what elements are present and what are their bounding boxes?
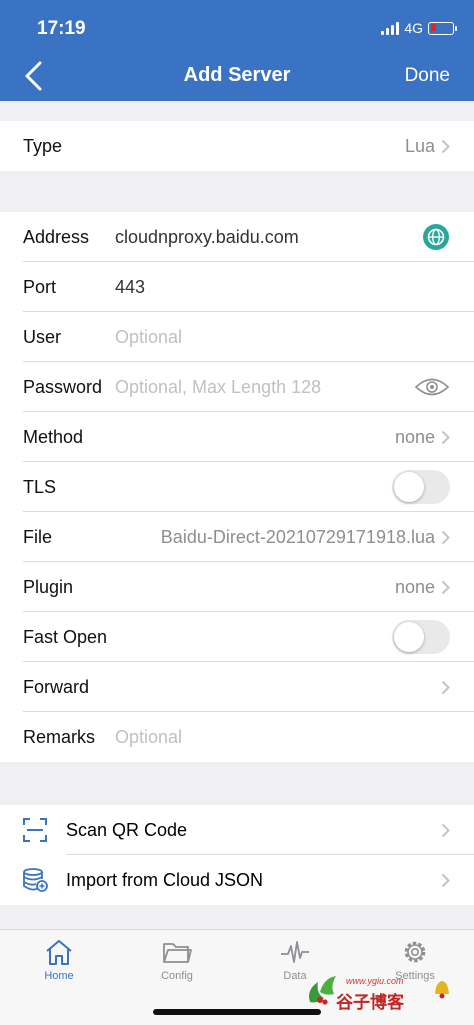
user-input[interactable]: Optional [115,327,450,348]
port-label: Port [23,276,57,297]
type-section: Type Lua [0,121,474,171]
status-bar: 17:19 4G [0,18,474,40]
signal-icon [381,21,400,35]
tab-config[interactable]: Config [118,938,236,982]
import-cloud-label: Import from Cloud JSON [66,869,264,890]
method-value: none [394,426,435,447]
tab-config-label: Config [161,970,193,982]
home-icon [46,940,72,965]
remarks-input[interactable]: Optional [115,727,450,748]
remarks-label: Remarks [23,726,96,747]
folder-icon [163,943,192,963]
import-cloud-row[interactable]: Import from Cloud JSON [0,855,474,905]
globe-icon[interactable] [422,223,450,251]
done-button[interactable]: Done [405,65,450,87]
file-value: Baidu-Direct-20210729171918.lua [160,526,435,547]
chevron-right-icon [441,823,450,837]
plugin-value: none [394,576,435,597]
home-indicator [153,1009,321,1015]
tls-toggle[interactable] [392,470,450,504]
watermark-logo: www.ygiu.com 谷子博客 [302,968,474,1018]
battery-icon [428,21,457,35]
fast-open-row: Fast Open [0,612,474,662]
chevron-right-icon [441,139,450,153]
port-row: Port 443 [0,262,474,312]
chevron-right-icon [441,680,450,694]
gear-icon [404,941,426,963]
scan-qr-label: Scan QR Code [66,819,188,840]
tab-home[interactable]: Home [0,938,118,982]
type-value: Lua [404,135,435,156]
tab-home-label: Home [44,970,74,982]
watermark-name: 谷子博客 [336,993,404,1012]
tls-row: TLS [0,462,474,512]
actions-section: Scan QR Code Import from Cloud JSON [0,805,474,905]
remarks-row: Remarks Optional [0,712,474,762]
user-label: User [23,326,62,347]
password-label: Password [23,376,103,397]
forward-row[interactable]: Forward [0,662,474,712]
pulse-icon [281,941,309,963]
network-label: 4G [404,20,423,36]
plugin-row[interactable]: Plugin none [0,562,474,612]
cloud-database-icon [23,868,48,892]
chevron-right-icon [441,530,450,544]
chevron-right-icon [441,873,450,887]
holly-icon [309,976,336,1005]
method-label: Method [23,426,84,447]
address-row: Address cloudnproxy.baidu.com [0,212,474,262]
user-row: User Optional [0,312,474,362]
forward-label: Forward [23,676,90,697]
port-input[interactable]: 443 [115,277,450,298]
server-form: Address cloudnproxy.baidu.com Port 443 U… [0,212,474,762]
chevron-right-icon [441,430,450,444]
address-input[interactable]: cloudnproxy.baidu.com [115,227,422,248]
bell-icon [435,981,449,999]
tls-label: TLS [23,476,57,497]
address-label: Address [23,226,90,247]
method-row[interactable]: Method none [0,412,474,462]
chevron-right-icon [441,580,450,594]
eye-icon[interactable] [414,376,450,398]
watermark-url: www.ygiu.com [346,976,404,986]
file-row[interactable]: File Baidu-Direct-20210729171918.lua [0,512,474,562]
fast-open-toggle[interactable] [392,620,450,654]
scan-qr-icon [23,818,47,842]
status-time: 17:19 [37,18,86,39]
status-indicators: 4G [381,20,457,36]
password-row: Password Optional, Max Length 128 [0,362,474,412]
password-input[interactable]: Optional, Max Length 128 [115,377,414,398]
type-label: Type [23,135,63,156]
type-row[interactable]: Type Lua [0,121,474,171]
plugin-label: Plugin [23,576,74,597]
fast-open-label: Fast Open [23,626,108,647]
page-title: Add Server [183,64,291,86]
file-label: File [23,526,53,547]
scan-qr-row[interactable]: Scan QR Code [0,805,474,855]
nav-header: 17:19 4G Add Server Done [0,0,474,101]
